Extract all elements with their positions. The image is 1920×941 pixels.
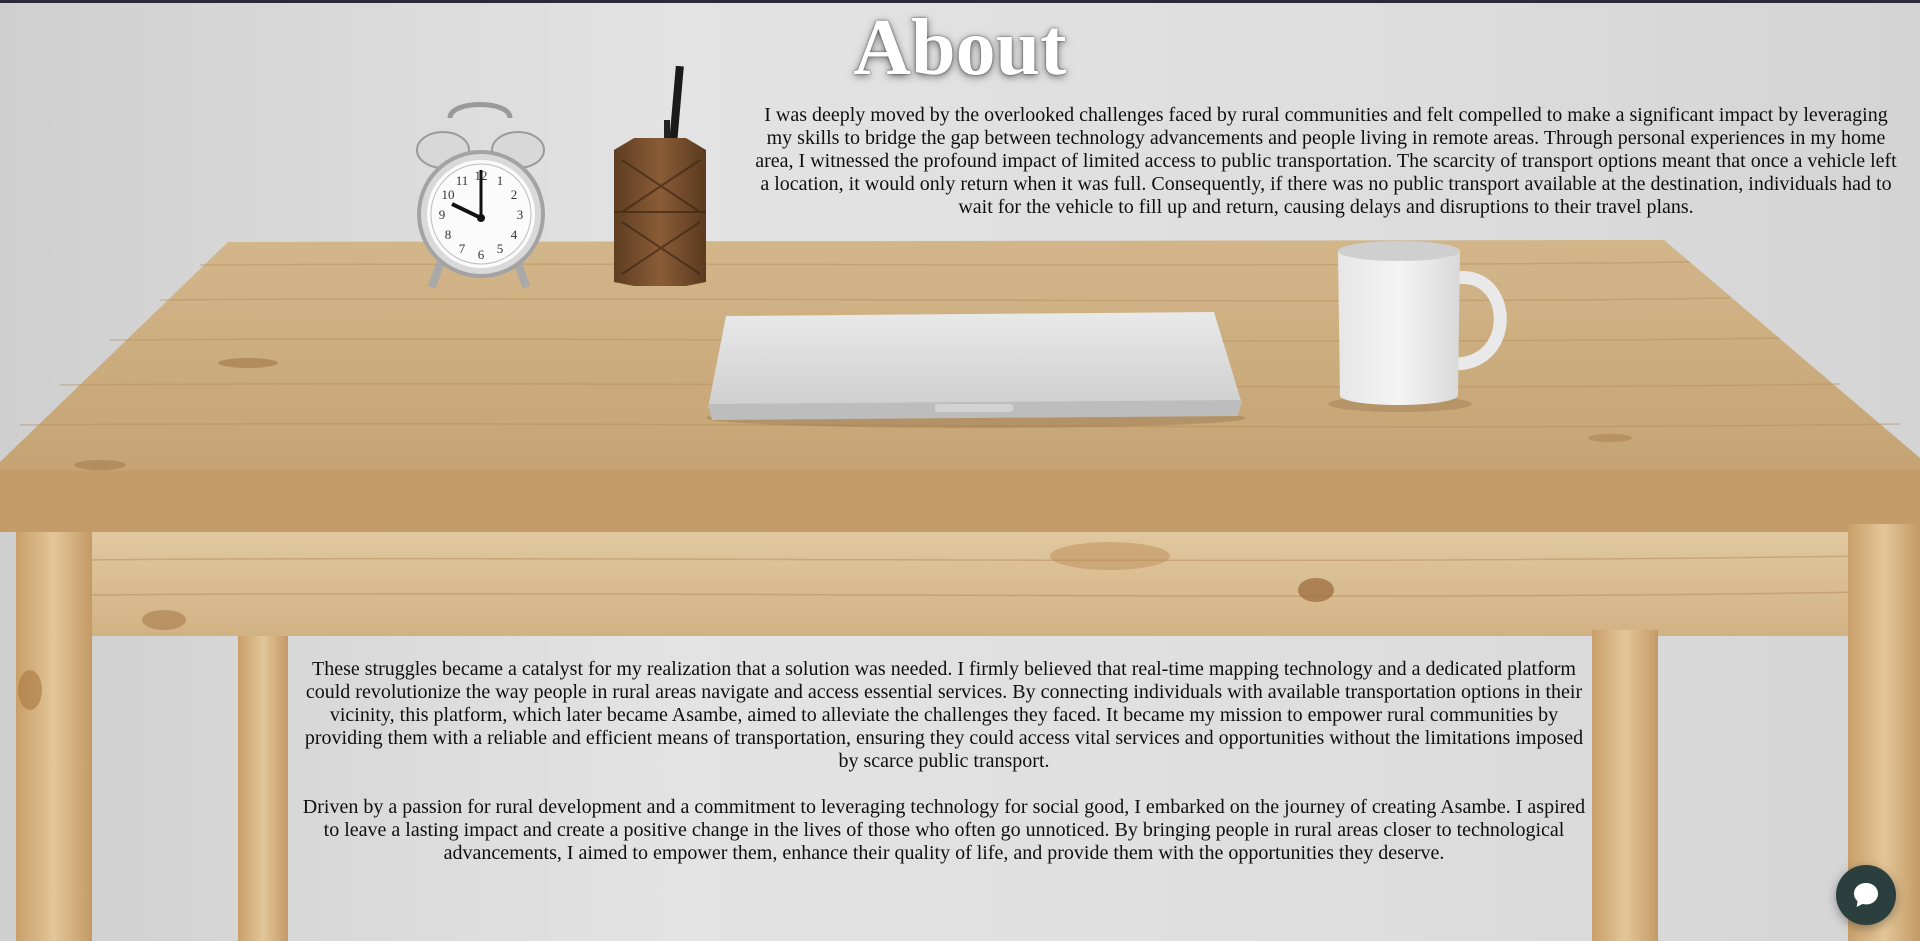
laptop-icon — [706, 312, 1246, 428]
svg-text:7: 7 — [459, 241, 466, 256]
svg-text:10: 10 — [442, 187, 455, 202]
about-paragraph-2: These struggles became a catalyst for my… — [304, 658, 1584, 772]
svg-text:5: 5 — [497, 241, 504, 256]
svg-text:6: 6 — [478, 247, 485, 262]
page-title: About — [853, 4, 1067, 92]
svg-text:4: 4 — [511, 227, 518, 242]
svg-text:11: 11 — [456, 173, 469, 188]
about-paragraph-1: I was deeply moved by the overlooked cha… — [755, 104, 1897, 218]
top-border — [0, 0, 1920, 3]
svg-text:8: 8 — [445, 227, 452, 242]
chat-bubble-icon — [1854, 883, 1878, 907]
svg-text:1: 1 — [497, 173, 504, 188]
about-paragraph-3: Driven by a passion for rural developmen… — [302, 796, 1586, 864]
svg-text:2: 2 — [511, 187, 518, 202]
svg-text:3: 3 — [517, 207, 524, 222]
chat-widget-button[interactable] — [1836, 865, 1896, 925]
svg-text:9: 9 — [439, 207, 446, 222]
